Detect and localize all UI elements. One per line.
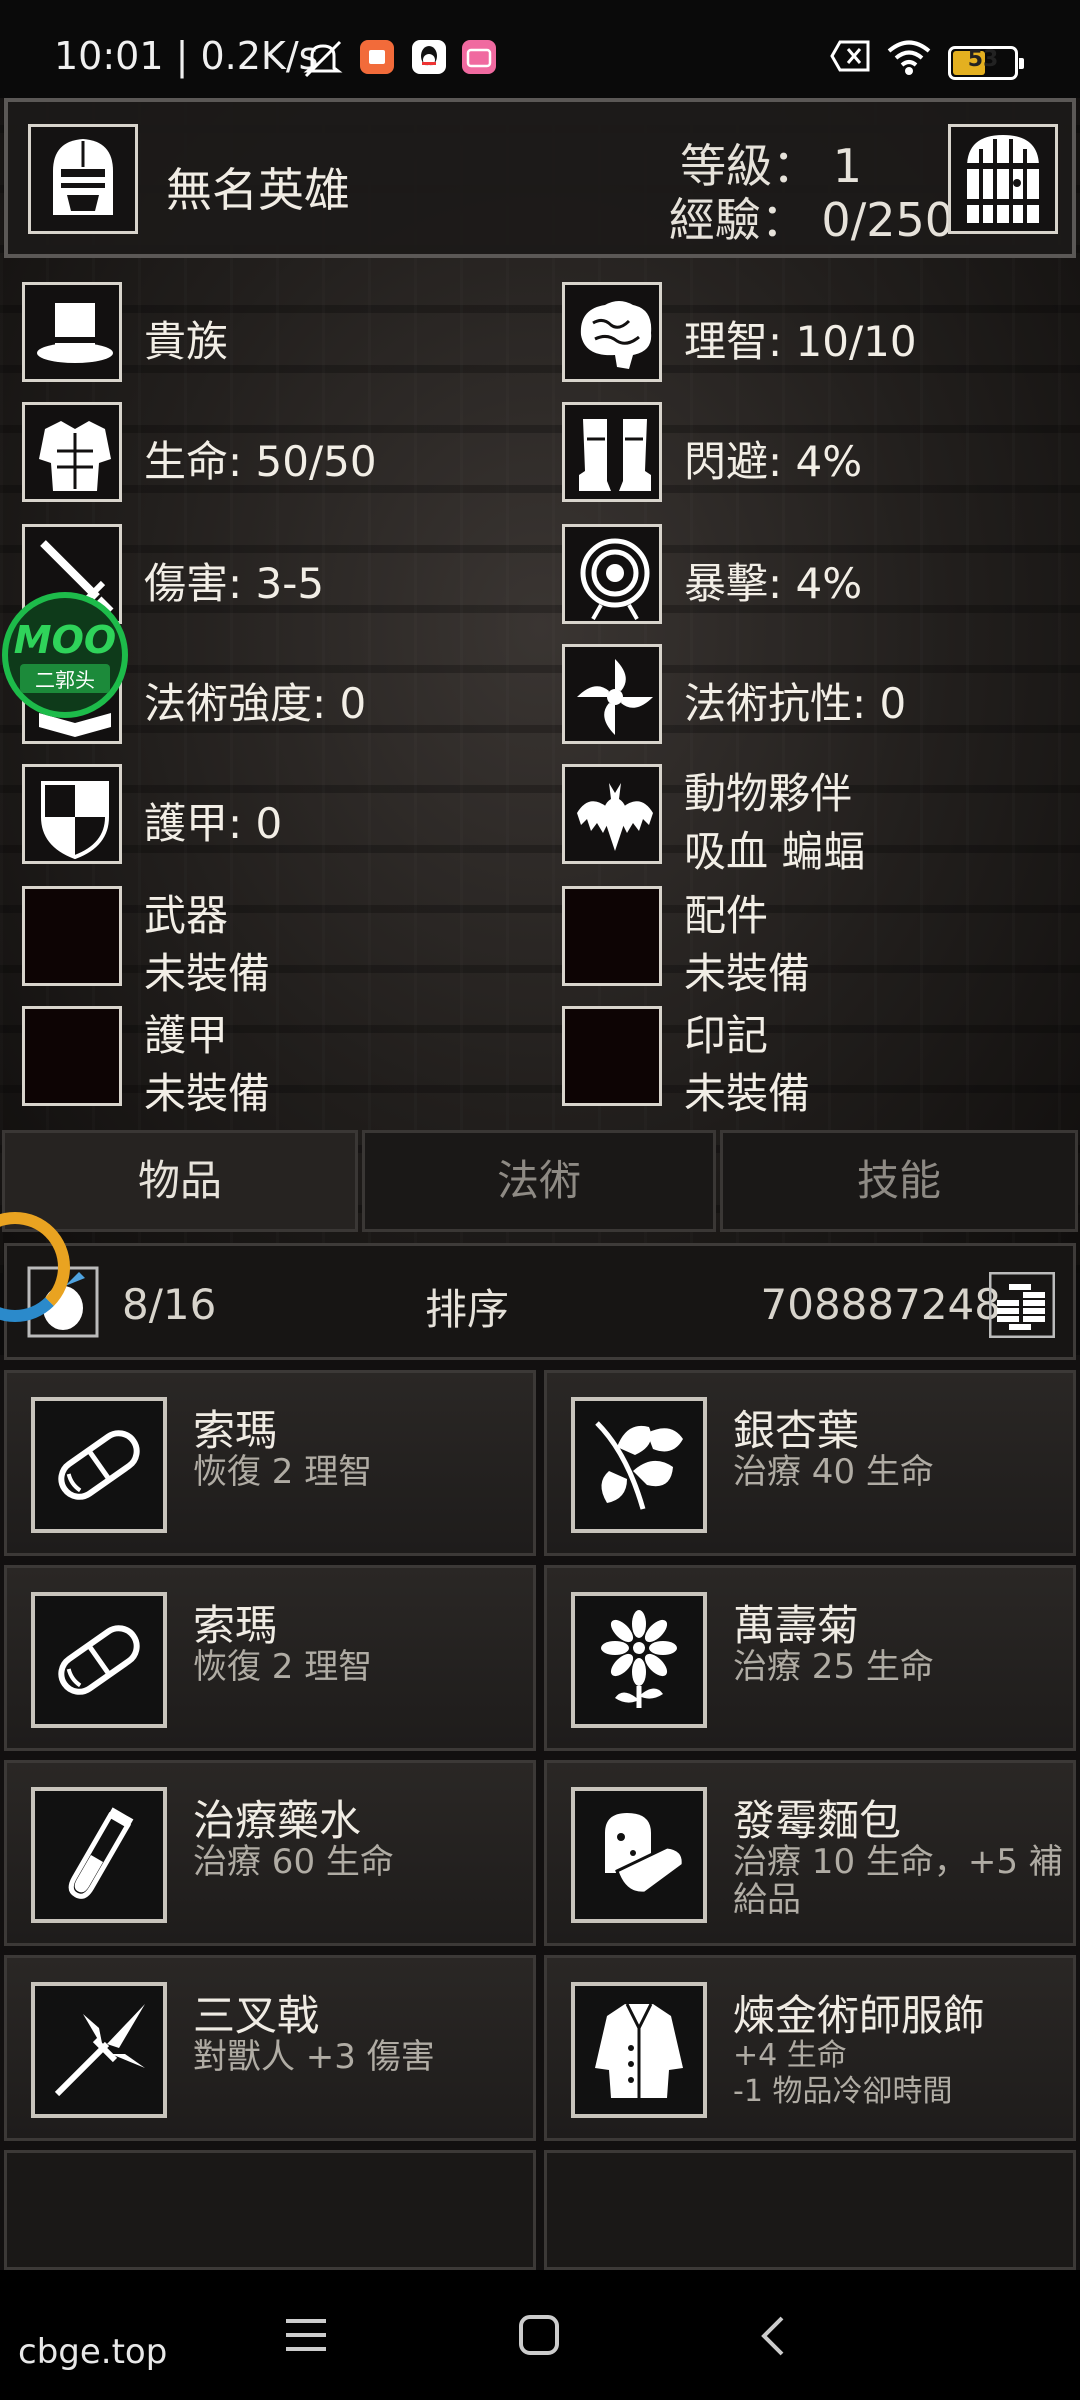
- home-icon[interactable]: [518, 2314, 560, 2356]
- wifi-icon: [886, 38, 932, 76]
- dodge-value: 閃避: 4%: [684, 437, 863, 486]
- item-card[interactable]: 發霉麵包 治療 10 生命，+5 補給品: [544, 1760, 1076, 1946]
- item-card[interactable]: 銀杏葉 治療 40 生命: [544, 1370, 1076, 1556]
- status-time: 10:01 | 0.2K/s: [54, 34, 319, 78]
- accessory-slot-value: 未裝備: [684, 949, 811, 998]
- battery-level: 53: [967, 47, 999, 72]
- hero-portrait[interactable]: [28, 124, 138, 234]
- item-name: 發霉麵包: [733, 1796, 902, 1845]
- pet-name: 吸血 蝙蝠: [684, 827, 866, 876]
- coin-stack-icon: [989, 1272, 1055, 1338]
- item-name: 萬壽菊: [733, 1601, 860, 1650]
- sigil-slot-label: 印記: [684, 1011, 769, 1060]
- item-card[interactable]: 三叉戟 對獸人 +3 傷害: [4, 1955, 536, 2141]
- item-desc: 治療 10 生命，+5 補給品: [733, 1842, 1063, 1920]
- tab-items[interactable]: 物品: [2, 1130, 358, 1232]
- exit-door-button[interactable]: [948, 124, 1058, 234]
- item-name: 索瑪: [193, 1601, 278, 1650]
- item-desc: 恢復 2 理智: [193, 1647, 373, 1687]
- item-name: 三叉戟: [193, 1991, 320, 2040]
- armor-slot-value: 未裝備: [144, 1069, 271, 1118]
- armor-value: 護甲: 0: [144, 799, 283, 848]
- item-desc: 治療 25 生命: [733, 1647, 934, 1687]
- item-desc: 治療 60 生命: [193, 1842, 394, 1882]
- status-bar: 10:01 | 0.2K/s 53: [0, 0, 1080, 98]
- item-desc: 恢復 2 理智: [193, 1452, 373, 1492]
- experience-label: 經驗： 0/250: [668, 193, 954, 247]
- watermark-badge-bottom: 二郭头: [20, 664, 110, 693]
- item-card[interactable]: 索瑪 恢復 2 理智: [4, 1565, 536, 1751]
- item-card[interactable]: 索瑪 恢復 2 理智: [4, 1370, 536, 1556]
- item-card[interactable]: 煉金術師服飾 +4 生命 -1 物品冷卻時間: [544, 1955, 1076, 2141]
- mute-icon: [302, 38, 344, 80]
- life-value: 生命: 50/50: [144, 437, 377, 486]
- knight-helmet-icon: [31, 127, 135, 231]
- item-desc: 治療 40 生命: [733, 1452, 934, 1492]
- item-desc: 對獸人 +3 傷害: [193, 2037, 435, 2077]
- tab-skills[interactable]: 技能: [720, 1130, 1078, 1232]
- app-notification-icon: [358, 38, 396, 76]
- weapon-slot-value: 未裝備: [144, 949, 271, 998]
- item-name: 銀杏葉: [733, 1406, 860, 1455]
- armor-slot-label: 護甲: [144, 1011, 229, 1060]
- item-card[interactable]: 治療藥水 治療 60 生命: [4, 1760, 536, 1946]
- battery-icon: 53: [948, 46, 1024, 80]
- close-box-icon: [830, 38, 872, 74]
- item-name: 治療藥水: [193, 1796, 362, 1845]
- damage-value: 傷害: 3-5: [144, 559, 325, 608]
- spell-resist-value: 法術抗性: 0: [684, 679, 907, 728]
- watermark-site: cbge.top: [18, 2332, 168, 2372]
- back-icon[interactable]: [756, 2314, 788, 2358]
- bilibili-icon: [460, 38, 498, 76]
- item-name: 煉金術師服飾: [733, 1991, 986, 2040]
- gold-amount: 708887248: [760, 1280, 1002, 1329]
- watermark-badge-top: MOO: [13, 618, 117, 662]
- class-name: 貴族: [144, 317, 229, 366]
- bag-count: 8/16: [122, 1280, 217, 1329]
- hero-header: 無名英雄 等級： 1 經驗： 0/250: [4, 98, 1076, 258]
- hero-name: 無名英雄: [166, 163, 350, 217]
- sanity-value: 理智: 10/10: [684, 317, 917, 366]
- menu-icon[interactable]: [284, 2316, 328, 2354]
- dungeon-door-icon: [951, 127, 1055, 231]
- pet-label: 動物夥伴: [684, 769, 853, 818]
- accessory-slot-label: 配件: [684, 891, 769, 940]
- sigil-slot-value: 未裝備: [684, 1069, 811, 1118]
- item-name: 索瑪: [193, 1406, 278, 1455]
- item-desc: +4 生命 -1 物品冷卻時間: [733, 2038, 953, 2109]
- inventory-bar: 8/16 排序 708887248: [4, 1243, 1076, 1360]
- sort-button[interactable]: 排序: [417, 1276, 517, 1337]
- tab-spells[interactable]: 法術: [362, 1130, 716, 1232]
- watermark-badge: MOO 二郭头: [2, 592, 128, 718]
- crit-value: 暴擊: 4%: [684, 559, 863, 608]
- spell-power-value: 法術強度: 0: [144, 679, 367, 728]
- qq-icon: [410, 38, 448, 76]
- item-card[interactable]: 萬壽菊 治療 25 生命: [544, 1565, 1076, 1751]
- empty-item-slot[interactable]: [544, 2150, 1076, 2270]
- empty-item-slot[interactable]: [4, 2150, 536, 2270]
- weapon-slot-label: 武器: [144, 891, 229, 940]
